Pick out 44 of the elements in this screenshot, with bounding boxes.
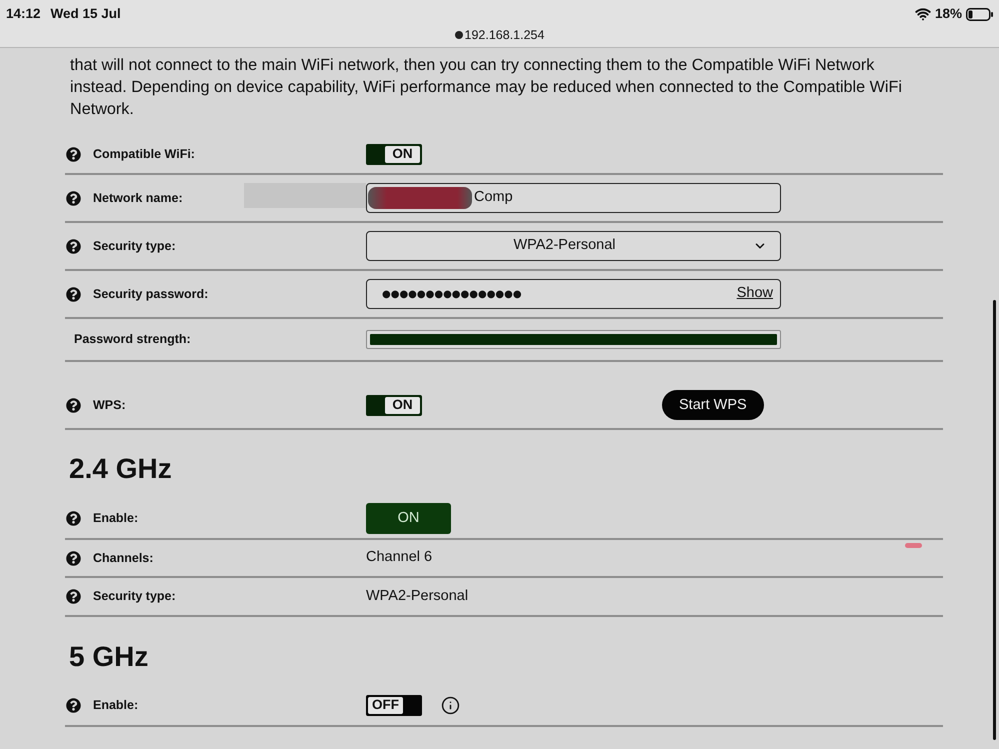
status-time: 14:12 [6, 4, 41, 23]
field-label: Enable: [93, 696, 138, 714]
field-label: Network name: [93, 190, 183, 207]
field-label: Security type: [93, 588, 176, 606]
smudge-mark [905, 543, 922, 548]
field-label: Channels: [93, 550, 154, 567]
help-icon[interactable] [66, 698, 81, 712]
help-icon[interactable] [66, 286, 81, 302]
scroll-bar[interactable] [993, 300, 996, 740]
section-heading: 2.4 GHz [69, 454, 173, 484]
text-field[interactable]: Comp [366, 183, 781, 213]
toggle-switch[interactable]: ON [366, 144, 422, 164]
help-icon[interactable] [66, 146, 81, 162]
field-label: Security type: [93, 238, 176, 255]
help-icon[interactable] [66, 510, 81, 526]
dot-icon [454, 31, 463, 39]
field-label: Enable: [93, 510, 138, 527]
help-icon[interactable] [66, 238, 81, 254]
help-icon[interactable] [66, 190, 81, 206]
field-label: WPS: [93, 396, 126, 414]
description-text: that will not connect to the main WiFi network, then you can try connecting them to the Compatible WiFi Network instead. Depending on device capability, WiFi performance may be reduced when connected to the Compatible WiFi Network. [70, 55, 903, 120]
field-label: Password strength: [74, 331, 191, 348]
field-label: Compatible WiFi: [93, 146, 195, 163]
info-icon[interactable] [441, 696, 460, 714]
show-link[interactable]: Show [736, 283, 773, 305]
toggle-switch[interactable]: ON [366, 394, 422, 416]
start-wps-button[interactable]: Start WPS [662, 390, 764, 420]
password-field[interactable]: ●●●●●●●●●●●●●●●● Show [366, 279, 781, 309]
section-heading: 5 GHz [69, 642, 150, 672]
help-icon[interactable] [66, 589, 81, 604]
enable-button[interactable]: ON [366, 502, 451, 534]
battery-percentage: 18% [934, 4, 962, 23]
help-icon[interactable] [66, 398, 81, 412]
security-type-select[interactable]: WPA2-Personal [366, 231, 781, 261]
field-value: Channel 6 [366, 548, 432, 568]
field-label: Security password: [93, 286, 208, 303]
help-icon[interactable] [66, 550, 81, 566]
status-date: Wed 15 Jul [50, 4, 121, 23]
battery-icon [966, 8, 993, 20]
toggle-switch[interactable]: OFF [366, 694, 422, 716]
wifi-icon [914, 6, 931, 22]
field-value: WPA2-Personal [366, 586, 468, 606]
password-dots: ●●●●●●●●●●●●●●●● [382, 288, 522, 302]
url-text: 192.168.1.254 [464, 28, 544, 42]
